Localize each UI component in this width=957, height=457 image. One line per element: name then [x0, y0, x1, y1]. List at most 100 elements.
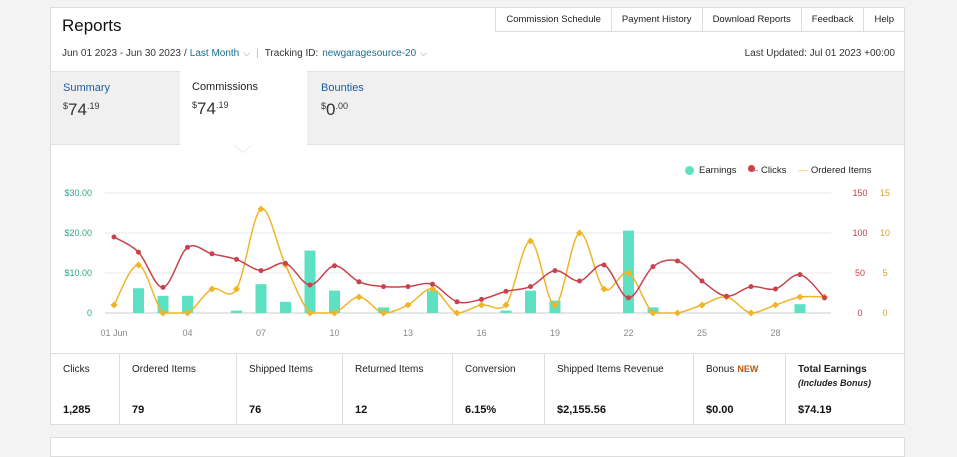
chevron-down-icon[interactable]: ⌵ [420, 48, 427, 59]
legend-earnings[interactable]: Earnings [685, 165, 737, 176]
clicks-point [822, 295, 827, 301]
download-reports-button[interactable]: Download Reports [702, 7, 802, 32]
clicks-point [307, 282, 313, 288]
tab-value: $74.19 [63, 100, 100, 119]
x-tick-label: 07 [256, 328, 266, 338]
ordered-items-point [698, 301, 706, 309]
ordered-items-point [747, 309, 755, 317]
clicks-point [381, 284, 386, 290]
clicks-point [503, 288, 509, 294]
clicks-point [111, 234, 117, 240]
tab-label: Summary [63, 82, 111, 94]
legend-ordered-items[interactable]: — Ordered Items [798, 165, 871, 176]
clicks-point [454, 299, 460, 305]
last-updated: Last Updated: Jul 01 2023 +00:00 [744, 48, 895, 59]
clicks-point [258, 268, 264, 274]
earnings-bar [794, 304, 806, 313]
feedback-button[interactable]: Feedback [801, 7, 865, 32]
y-clicks-tick-label: 0 [857, 308, 862, 318]
date-separator: / [183, 48, 187, 59]
clicks-point [748, 284, 754, 290]
date-range-text: Jun 01 2023 - Jun 30 2023 [62, 48, 181, 59]
ordered-items-line-icon: — [798, 165, 808, 176]
report-tabs: Summary $74.19 Commissions $74.19 Bounti… [51, 71, 904, 152]
x-tick-label: 01 Jun [100, 328, 127, 338]
stat-conversion: Conversion 6.15% [453, 354, 545, 424]
clicks-line [113, 236, 826, 304]
clicks-point [356, 279, 362, 285]
filter-bar: Jun 01 2023 - Jun 30 2023 / Last Month ⌵… [62, 48, 433, 59]
stat-bonus: Bonus NEW $0.00 [694, 354, 786, 424]
chevron-down-icon[interactable]: ⌵ [243, 48, 250, 59]
payment-history-button[interactable]: Payment History [611, 7, 703, 32]
y-left-tick-label: 0 [87, 308, 92, 318]
earnings-bar [304, 250, 316, 313]
clicks-point [209, 251, 215, 257]
clicks-point [577, 278, 582, 284]
clicks-point [601, 262, 607, 268]
legend-clicks[interactable]: —Clicks [748, 165, 786, 176]
commission-schedule-button[interactable]: Commission Schedule [495, 7, 612, 32]
y-items-tick-label: 10 [880, 228, 890, 238]
y-clicks-tick-label: 50 [855, 268, 865, 278]
ordered-items-point [796, 293, 804, 301]
earnings-bar [500, 310, 512, 313]
reports-panel: Reports Commission Schedule Payment Hist… [50, 7, 905, 425]
earnings-bar [255, 284, 267, 313]
clicks-point [699, 278, 705, 284]
y-items-tick-label: 0 [882, 308, 887, 318]
clicks-point [773, 286, 778, 292]
tab-bounties[interactable]: Bounties $0.00 [309, 72, 376, 146]
earnings-bar [133, 288, 144, 313]
stat-clicks: Clicks 1,285 [51, 354, 120, 424]
tab-commissions[interactable]: Commissions $74.19 [180, 71, 307, 152]
clicks-point [552, 268, 558, 274]
clicks-point [797, 272, 803, 278]
y-left-tick-label: $10.00 [64, 268, 92, 278]
y-left-tick-label: $20.00 [64, 228, 92, 238]
tab-value: $74.19 [192, 99, 229, 118]
clicks-point [185, 244, 190, 250]
clicks-point [675, 258, 680, 264]
y-clicks-tick-label: 100 [852, 228, 867, 238]
earnings-bar [427, 290, 438, 313]
ordered-items-line [113, 208, 825, 314]
stat-shipped-items: Shipped Items 76 [237, 354, 343, 424]
earnings-bar [280, 301, 291, 313]
clicks-point [430, 281, 435, 287]
tracking-id-dropdown[interactable]: newgaragesource-20 [322, 48, 416, 59]
help-button[interactable]: Help [864, 7, 905, 32]
stat-shipped-revenue: Shipped Items Revenue $2,155.56 [545, 354, 694, 424]
x-tick-label: 19 [550, 328, 560, 338]
earnings-dot-icon [685, 166, 694, 175]
y-items-tick-label: 5 [882, 268, 887, 278]
divider: | [256, 48, 259, 59]
stat-returned-items: Returned Items 12 [343, 354, 453, 424]
x-tick-label: 13 [403, 328, 413, 338]
new-badge: NEW [737, 364, 759, 374]
stats-bar: Clicks 1,285 Ordered Items 79 Shipped It… [51, 353, 904, 424]
ordered-items-point [673, 309, 682, 317]
y-items-tick-label: 15 [880, 188, 890, 198]
clicks-point [405, 284, 411, 290]
x-tick-label: 10 [329, 328, 339, 338]
ordered-items-point [453, 309, 461, 317]
clicks-point [136, 249, 141, 255]
clicks-point [626, 295, 631, 301]
tab-label: Commissions [192, 81, 259, 93]
clicks-point [283, 260, 288, 266]
clicks-point [528, 284, 533, 290]
x-tick-label: 25 [697, 328, 707, 338]
tab-value: $0.00 [321, 100, 348, 119]
y-clicks-tick-label: 150 [852, 188, 867, 198]
x-tick-label: 04 [182, 328, 192, 338]
tab-summary[interactable]: Summary $74.19 [51, 72, 122, 146]
ordered-items-point [110, 301, 118, 309]
stat-total-earnings: Total Earnings (Includes Bonus) $74.19 [798, 364, 872, 416]
clicks-point [160, 284, 166, 290]
next-card [50, 437, 905, 457]
ordered-items-point [477, 301, 486, 309]
ordered-items-point [404, 301, 412, 309]
date-preset-dropdown[interactable]: Last Month [190, 48, 239, 59]
earnings-chart: $30.00 150 15$20.00 100 10$10.00 50 50 0 001 Jun… [64, 188, 890, 338]
